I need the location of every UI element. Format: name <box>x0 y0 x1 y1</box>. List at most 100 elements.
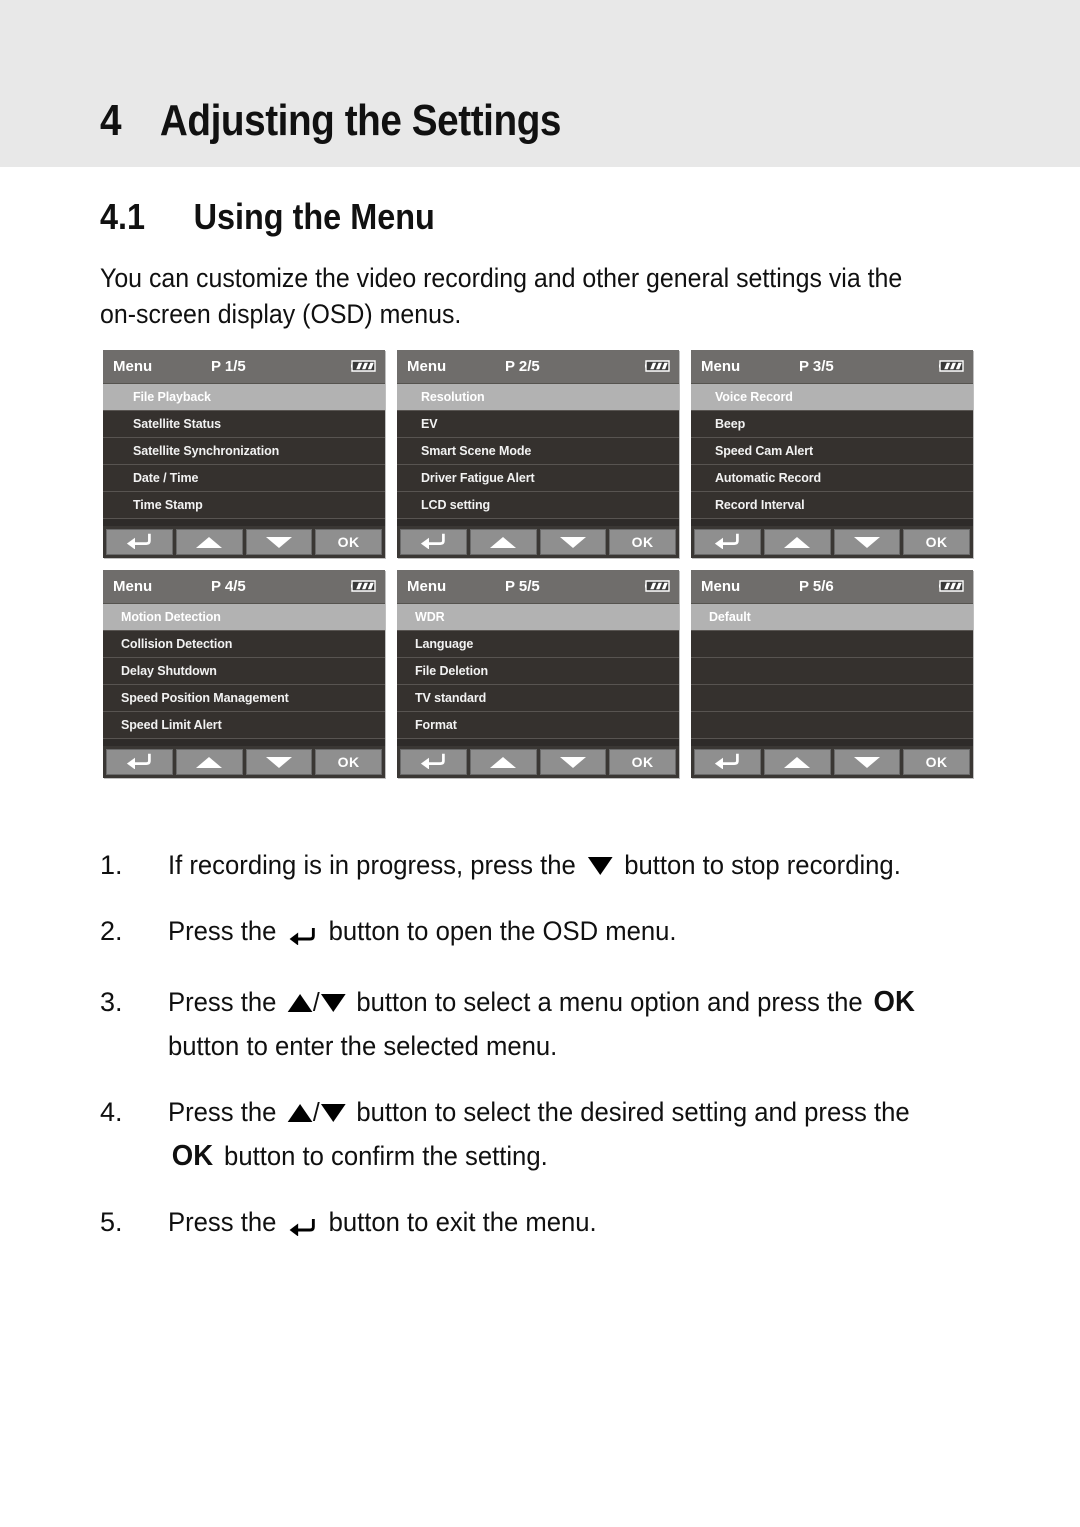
down-arrow-icon <box>853 536 880 548</box>
menu-item-label: Motion Detection <box>121 610 221 624</box>
instruction-step: 5. Press the button to exit the menu. <box>100 1200 990 1249</box>
up-button[interactable] <box>469 529 537 555</box>
menu-item-row[interactable]: Resolution <box>397 384 679 411</box>
back-button[interactable] <box>694 529 761 555</box>
menu-item-row[interactable]: Smart Scene Mode <box>397 438 679 465</box>
up-button[interactable] <box>763 529 831 555</box>
section-heading: 4.1 Using the Menu <box>100 196 435 238</box>
chapter-number: 4 <box>100 96 122 145</box>
battery-icon <box>350 359 376 373</box>
osd-menu-panel: Menu P 2/5 Resolution EV Smart Scene Mode Dri… <box>397 350 679 558</box>
back-button[interactable] <box>106 529 173 555</box>
menu-item-label: Satellite Status <box>133 417 222 431</box>
menu-item-row[interactable]: Date / Time <box>103 465 385 492</box>
menu-item-row[interactable]: File Playback <box>103 384 385 411</box>
ok-button[interactable]: OK <box>903 749 970 775</box>
ok-button-label: OK <box>925 534 948 550</box>
instruction-step: 1. If recording is in progress, press the… <box>100 843 990 887</box>
menu-item-row[interactable]: Automatic Record <box>691 465 973 492</box>
panel-page-indicator: P 2/5 <box>505 358 540 375</box>
menu-item-row[interactable]: TV standard <box>397 685 679 712</box>
back-button[interactable] <box>400 749 467 775</box>
menu-item-row[interactable]: Language <box>397 631 679 658</box>
menu-item-row[interactable]: File Deletion <box>397 658 679 685</box>
menu-item-row[interactable]: Format <box>397 712 679 739</box>
panel-title: Menu <box>113 578 153 595</box>
menu-item-row[interactable]: Speed Limit Alert <box>103 712 385 739</box>
panel-title: Menu <box>701 358 741 375</box>
menu-item-row[interactable]: Voice Record <box>691 384 973 411</box>
down-button[interactable] <box>245 529 313 555</box>
osd-menu-panel: Menu P 5/5 WDR Language File Deletion TV stan… <box>397 570 679 778</box>
up-button[interactable] <box>175 529 243 555</box>
menu-item-row-empty <box>691 658 973 685</box>
down-arrow-icon <box>320 994 346 1012</box>
ok-button[interactable]: OK <box>609 529 676 555</box>
menu-item-list: File Playback Satellite Status Satellite S… <box>103 384 385 519</box>
ok-button[interactable]: OK <box>315 529 382 555</box>
back-button[interactable] <box>694 749 761 775</box>
menu-item-label: Delay Shutdown <box>121 664 217 678</box>
menu-item-list: Default <box>691 604 973 739</box>
ok-button[interactable]: OK <box>315 749 382 775</box>
menu-item-row[interactable]: Speed Cam Alert <box>691 438 973 465</box>
up-button[interactable] <box>469 749 537 775</box>
instruction-step-list: 1. If recording is in progress, press the… <box>100 843 990 1271</box>
menu-item-row[interactable]: Speed Position Management <box>103 685 385 712</box>
down-arrow-icon <box>853 756 880 768</box>
up-button[interactable] <box>763 749 831 775</box>
battery-icon <box>350 579 376 593</box>
menu-item-label: Automatic Record <box>715 471 822 485</box>
back-arrow-icon <box>420 531 447 554</box>
section-number: 4.1 <box>100 196 146 237</box>
menu-item-label: Format <box>415 718 457 732</box>
up-arrow-icon <box>196 536 223 548</box>
menu-item-row[interactable]: Satellite Synchronization <box>103 438 385 465</box>
step-text: If recording is in progress, press the b… <box>168 843 949 887</box>
down-button[interactable] <box>245 749 313 775</box>
battery-icon <box>938 359 964 373</box>
step-number: 1. <box>100 850 123 880</box>
menu-item-row[interactable]: WDR <box>397 604 679 631</box>
back-button[interactable] <box>106 749 173 775</box>
menu-item-row[interactable]: LCD setting <box>397 492 679 519</box>
back-arrow-icon <box>126 751 153 774</box>
up-arrow-icon <box>287 1104 312 1122</box>
step-text-fragment: button to confirm the setting. <box>216 1141 548 1171</box>
menu-item-row[interactable]: Driver Fatigue Alert <box>397 465 679 492</box>
back-button[interactable] <box>400 529 467 555</box>
menu-item-row[interactable]: Satellite Status <box>103 411 385 438</box>
up-button[interactable] <box>175 749 243 775</box>
down-button[interactable] <box>833 529 901 555</box>
down-button[interactable] <box>539 749 607 775</box>
menu-item-row[interactable]: Motion Detection <box>103 604 385 631</box>
menu-item-row[interactable]: Delay Shutdown <box>103 658 385 685</box>
menu-item-row[interactable]: Default <box>691 604 973 631</box>
menu-item-row-empty <box>691 631 973 658</box>
menu-item-row-empty <box>691 712 973 739</box>
menu-item-row[interactable]: EV <box>397 411 679 438</box>
panel-header: Menu P 4/5 <box>103 570 385 604</box>
down-button[interactable] <box>539 529 607 555</box>
down-button[interactable] <box>833 749 901 775</box>
menu-item-row[interactable]: Collision Detection <box>103 631 385 658</box>
menu-item-row[interactable]: Time Stamp <box>103 492 385 519</box>
menu-item-list: Voice Record Beep Speed Cam Alert Automatic… <box>691 384 973 519</box>
menu-item-label: Record Interval <box>715 498 805 512</box>
menu-item-row[interactable]: Record Interval <box>691 492 973 519</box>
menu-item-label: Satellite Synchronization <box>133 444 280 458</box>
ok-button[interactable]: OK <box>609 749 676 775</box>
step-number: 3. <box>100 987 123 1017</box>
menu-item-label: Speed Cam Alert <box>715 444 814 458</box>
intro-paragraph: You can customize the video recording an… <box>100 263 903 329</box>
panel-page-indicator: P 4/5 <box>211 578 246 595</box>
section-title-text: Using the Menu <box>193 196 435 237</box>
menu-item-label: Resolution <box>421 390 485 404</box>
up-arrow-icon <box>784 536 811 548</box>
osd-button-bar: OK <box>397 746 679 778</box>
menu-item-label: Driver Fatigue Alert <box>421 471 535 485</box>
ok-button[interactable]: OK <box>903 529 970 555</box>
menu-item-row[interactable]: Beep <box>691 411 973 438</box>
step-text-fragment: Press the <box>168 987 284 1017</box>
step-text-fragment: button to select a menu option and press… <box>349 987 870 1017</box>
